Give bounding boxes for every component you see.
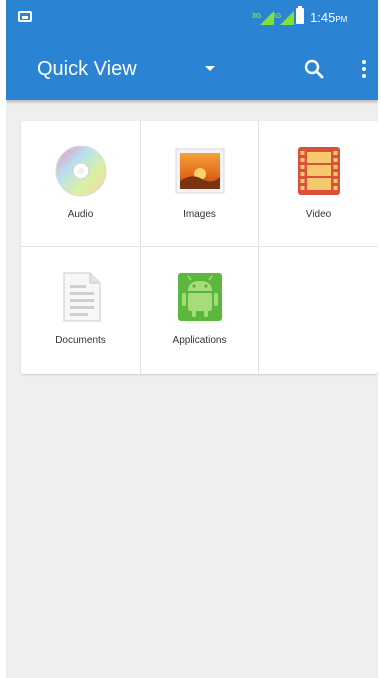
category-label: Audio	[67, 209, 94, 220]
category-grid: Audio Images Video Documents Application…	[21, 121, 378, 374]
app-bar: Quick View	[6, 38, 378, 100]
status-time: 1:45PM	[310, 10, 347, 28]
document-icon	[63, 272, 100, 322]
gallery-notification-icon	[18, 11, 32, 22]
empty-cell	[259, 247, 378, 374]
signal-sim1-icon: 3G	[252, 11, 274, 25]
overflow-menu-icon[interactable]	[356, 57, 372, 81]
audio-disc-icon	[55, 145, 106, 197]
view-title-dropdown[interactable]: Quick View	[37, 56, 137, 82]
category-audio[interactable]: Audio	[21, 121, 141, 247]
category-label: Images	[183, 209, 216, 220]
category-label: Video	[305, 209, 332, 220]
svg-text:3G: 3G	[252, 13, 262, 20]
status-time-value: 1:45	[310, 10, 336, 25]
signal-sim2-icon: 3G	[272, 11, 294, 25]
quick-view-card: Audio Images Video Documents Application…	[21, 121, 378, 374]
svg-text:3G: 3G	[272, 13, 282, 20]
screen: 3G 3G 1:45PM Quick View Audio Images Vid…	[6, 0, 378, 678]
category-label: Documents	[55, 335, 106, 346]
android-app-icon	[177, 273, 222, 321]
category-label: Applications	[172, 335, 227, 346]
category-images[interactable]: Images	[141, 121, 259, 247]
video-film-icon	[297, 147, 340, 195]
battery-icon	[296, 6, 304, 24]
images-icon	[175, 148, 224, 194]
status-bar: 3G 3G 1:45PM	[6, 0, 378, 38]
category-applications[interactable]: Applications	[141, 247, 259, 374]
search-icon[interactable]	[302, 57, 326, 81]
dropdown-arrow-icon[interactable]	[205, 66, 215, 71]
category-video[interactable]: Video	[259, 121, 378, 247]
category-documents[interactable]: Documents	[21, 247, 141, 374]
status-time-suffix: PM	[335, 15, 348, 24]
